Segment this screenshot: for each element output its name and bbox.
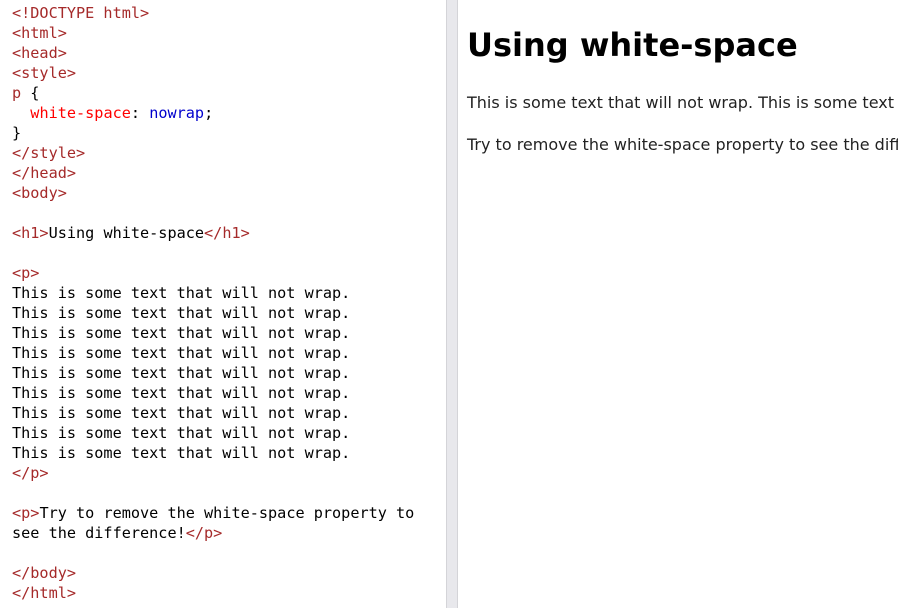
code-editor-pane[interactable]: <!DOCTYPE html> <html> <head> <style> p { wh…	[0, 0, 446, 608]
code-token-txt: This is some text that will not wrap.	[12, 384, 351, 402]
code-token-tag: </h1>	[204, 224, 250, 242]
code-line: <!DOCTYPE html>	[12, 3, 414, 23]
code-line: <style>	[12, 63, 414, 83]
code-token-val: nowrap	[149, 104, 205, 122]
code-token-tag: <!DOCTYPE html>	[12, 4, 150, 22]
pane-resize-divider[interactable]	[446, 0, 458, 608]
code-line: This is some text that will not wrap.	[12, 443, 414, 463]
code-line: This is some text that will not wrap.	[12, 343, 414, 363]
code-token-tag: </p>	[185, 524, 223, 542]
code-line: <p>	[12, 263, 414, 283]
code-token-tag: </html>	[12, 584, 77, 602]
tryit-editor-window: <!DOCTYPE html> <html> <head> <style> p { wh…	[0, 0, 898, 608]
code-line: This is some text that will not wrap.	[12, 323, 414, 343]
code-token-txt: Try to remove the white-space property t…	[39, 504, 415, 522]
code-token-txt: This is some text that will not wrap.	[12, 284, 351, 302]
code-token-txt: see the difference!	[12, 524, 186, 542]
code-token-punc: {	[21, 84, 40, 102]
code-token-tag: <style>	[12, 64, 77, 82]
code-token-punc: ;	[204, 104, 214, 122]
code-line: </head>	[12, 163, 414, 183]
code-line: <head>	[12, 43, 414, 63]
code-line: This is some text that will not wrap.	[12, 283, 414, 303]
preview-nowrap-paragraph: This is some text that will not wrap. Th…	[467, 93, 898, 112]
code-line: </html>	[12, 583, 414, 603]
code-line: This is some text that will not wrap.	[12, 403, 414, 423]
code-token-tag: </p>	[12, 464, 49, 482]
code-token-tag: </style>	[12, 144, 86, 162]
code-line: </body>	[12, 563, 414, 583]
code-editor-content[interactable]: <!DOCTYPE html> <html> <head> <style> p { wh…	[12, 3, 414, 603]
code-line: p {	[12, 83, 414, 103]
code-line: This is some text that will not wrap.	[12, 303, 414, 323]
code-token-prop: white-space	[30, 104, 131, 122]
preview-document-body: Using white-space This is some text that…	[467, 0, 898, 157]
code-line: </p>	[12, 463, 414, 483]
code-token-tag: <head>	[12, 44, 67, 62]
code-token-txt: This is some text that will not wrap.	[12, 444, 351, 462]
code-token-tag: <h1>	[12, 224, 49, 242]
preview-heading: Using white-space	[467, 26, 798, 64]
code-token-punc: :	[130, 104, 150, 122]
code-line: <p>Try to remove the white-space propert…	[12, 503, 414, 523]
code-token-tag: </body>	[12, 564, 77, 582]
code-token-txt: This is some text that will not wrap.	[12, 304, 351, 322]
code-token-tag: <html>	[12, 24, 67, 42]
code-token-tag: <p>	[12, 504, 40, 522]
code-line: <h1>Using white-space</h1>	[12, 223, 414, 243]
code-token-tag: </head>	[12, 164, 77, 182]
code-token-txt: This is some text that will not wrap.	[12, 324, 351, 342]
code-token-txt: This is some text that will not wrap.	[12, 364, 351, 382]
code-line: This is some text that will not wrap.	[12, 363, 414, 383]
code-line: <body>	[12, 183, 414, 203]
code-line: white-space: nowrap;	[12, 103, 414, 123]
code-token-tag: <body>	[12, 184, 67, 202]
code-line: <html>	[12, 23, 414, 43]
code-token-txt: Using white-space	[48, 224, 205, 242]
code-line: This is some text that will not wrap.	[12, 383, 414, 403]
code-token-tag: <p>	[12, 264, 40, 282]
code-token-txt: This is some text that will not wrap.	[12, 424, 351, 442]
code-line: }	[12, 123, 414, 143]
code-token-punc: }	[12, 124, 22, 142]
code-line: see the difference!</p>	[12, 523, 414, 543]
result-preview-pane: Using white-space This is some text that…	[458, 0, 898, 608]
code-token-txt: This is some text that will not wrap.	[12, 404, 351, 422]
code-token-txt: This is some text that will not wrap.	[12, 344, 351, 362]
preview-instruction-paragraph: Try to remove the white-space property t…	[467, 135, 898, 154]
code-token-sel: p	[12, 84, 22, 102]
code-line: </style>	[12, 143, 414, 163]
code-line: This is some text that will not wrap.	[12, 423, 414, 443]
